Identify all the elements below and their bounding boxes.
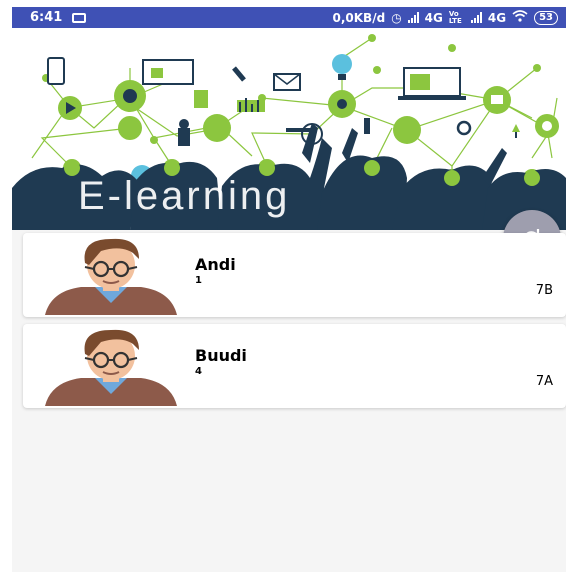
student-avatar xyxy=(45,238,177,315)
network-speed: 0,0KB/d xyxy=(332,10,386,25)
student-name: Buudi xyxy=(195,346,247,365)
network-type-2: 4G xyxy=(487,10,507,25)
battery-icon: 53 xyxy=(534,10,558,25)
status-bar: 6:41 0,0KB/d ◷ 4G Vo LTE 4G 53 xyxy=(12,7,566,28)
banner-title: E-learning xyxy=(78,174,291,218)
student-number: 1 xyxy=(195,275,202,286)
student-card[interactable]: Andi 1 7B xyxy=(23,233,566,317)
app-screen: E-learning Andi 1 7B Buudi 4 7A xyxy=(12,28,566,572)
status-time: 6:41 xyxy=(30,10,63,25)
wifi-icon xyxy=(512,10,528,25)
signal-icon-2 xyxy=(470,12,482,23)
network-type-1: 4G xyxy=(424,10,443,25)
student-card[interactable]: Buudi 4 7A xyxy=(23,324,566,408)
status-right: 0,0KB/d ◷ 4G Vo LTE 4G 53 xyxy=(332,9,558,25)
header-banner: E-learning xyxy=(12,28,566,230)
student-avatar xyxy=(45,329,177,406)
volte-label: Vo LTE xyxy=(448,9,462,25)
student-number: 4 xyxy=(195,366,202,377)
message-icon xyxy=(72,12,87,23)
student-class: 7B xyxy=(535,283,553,298)
alarm-icon: ◷ xyxy=(391,10,402,25)
student-name: Andi xyxy=(195,255,236,274)
signal-icon xyxy=(407,12,419,23)
student-class: 7A xyxy=(535,374,553,389)
